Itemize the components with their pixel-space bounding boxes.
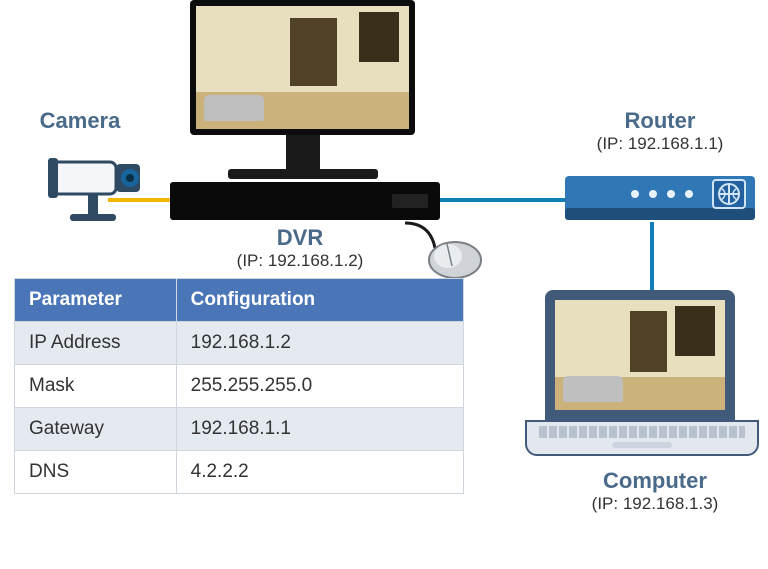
param-name: DNS	[15, 451, 177, 494]
table-header-configuration: Configuration	[176, 279, 463, 322]
router-icon	[565, 168, 755, 233]
router-label: Router	[560, 108, 760, 134]
computer-icon	[545, 290, 759, 456]
table-header-row: Parameter Configuration	[15, 279, 464, 322]
dvr-monitor-icon	[190, 0, 415, 179]
cable-router-computer	[650, 222, 654, 294]
laptop-screen	[555, 300, 725, 410]
cable-dvr-router	[440, 198, 568, 202]
param-value: 192.168.1.1	[176, 408, 463, 451]
param-name: IP Address	[15, 322, 177, 365]
table-row: IP Address 192.168.1.2	[15, 322, 464, 365]
router-ip: (IP: 192.168.1.1)	[560, 134, 760, 154]
computer-label-group: Computer (IP: 192.168.1.3)	[565, 468, 745, 514]
router-label-group: Router (IP: 192.168.1.1)	[560, 108, 760, 154]
param-value: 255.255.255.0	[176, 365, 463, 408]
table-row: Gateway 192.168.1.1	[15, 408, 464, 451]
param-value: 4.2.2.2	[176, 451, 463, 494]
param-value: 192.168.1.2	[176, 322, 463, 365]
dvr-icon	[170, 182, 440, 220]
dvr-ip: (IP: 192.168.1.2)	[200, 251, 400, 271]
table-row: Mask 255.255.255.0	[15, 365, 464, 408]
camera-label: Camera	[10, 108, 150, 134]
table-row: DNS 4.2.2.2	[15, 451, 464, 494]
dvr-label-group: DVR (IP: 192.168.1.2)	[200, 225, 400, 271]
config-table: Parameter Configuration IP Address 192.1…	[14, 278, 464, 494]
table-header-parameter: Parameter	[15, 279, 177, 322]
cable-camera-dvr	[108, 198, 170, 202]
computer-ip: (IP: 192.168.1.3)	[565, 494, 745, 514]
param-name: Mask	[15, 365, 177, 408]
dvr-label: DVR	[200, 225, 400, 251]
computer-label: Computer	[565, 468, 745, 494]
param-name: Gateway	[15, 408, 177, 451]
monitor-screen	[196, 6, 409, 129]
camera-icon	[30, 148, 150, 233]
